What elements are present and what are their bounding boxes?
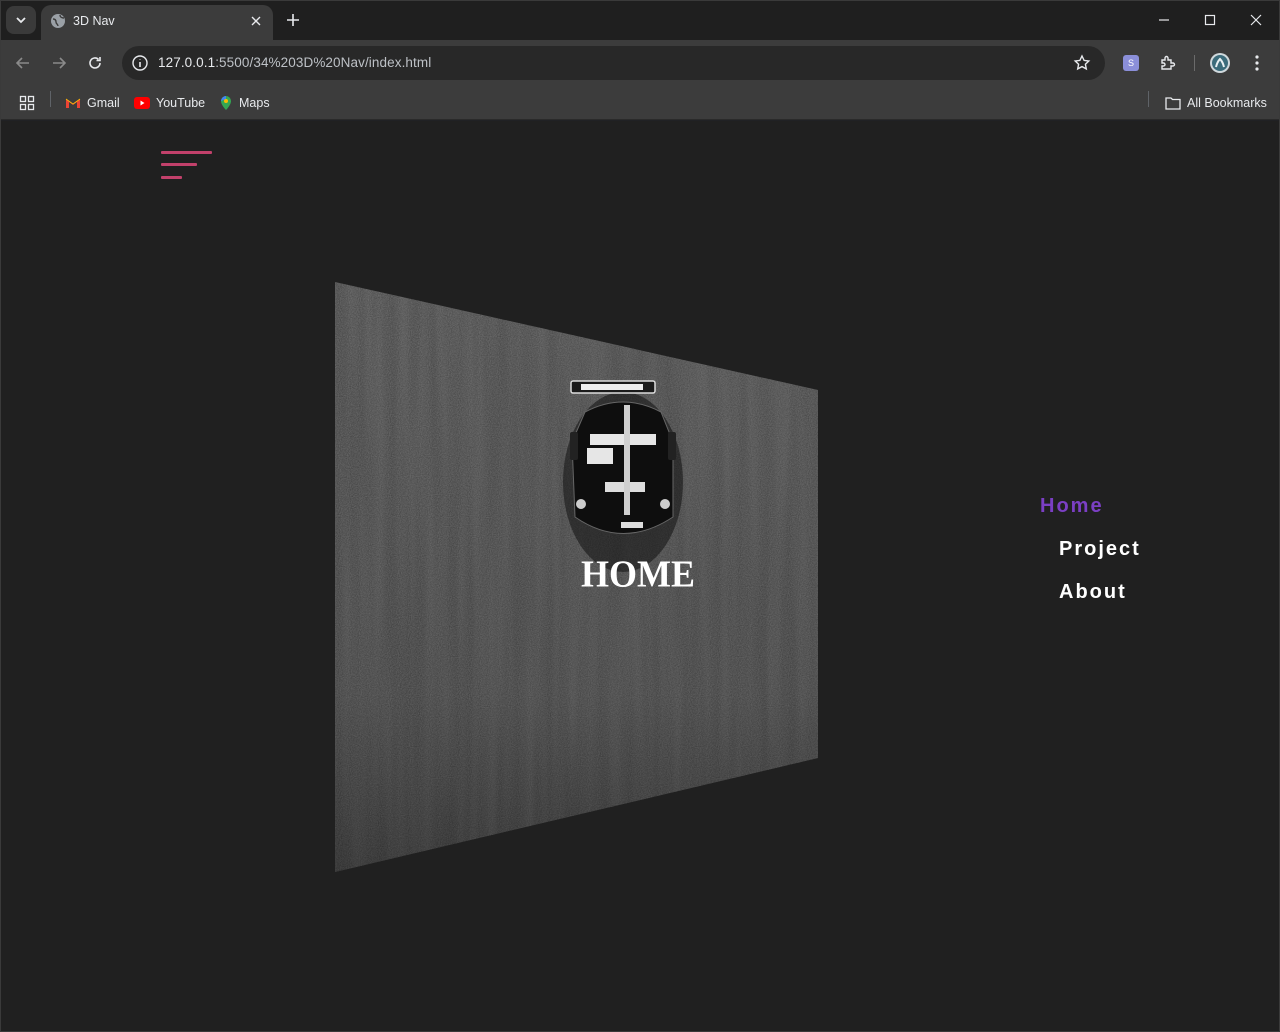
maps-icon	[221, 96, 231, 110]
hamburger-line	[161, 176, 182, 179]
folder-icon	[1165, 97, 1181, 110]
bookmark-youtube[interactable]: YouTube	[134, 93, 205, 113]
browser-toolbar: 127.0.0.1:5500/34%203D%20Nav/index.html …	[0, 40, 1280, 86]
close-icon	[251, 16, 261, 26]
tab-title: 3D Nav	[73, 14, 115, 28]
url-path: :5500/34%203D%20Nav/index.html	[215, 55, 432, 70]
tab-search-button[interactable]	[6, 6, 36, 34]
bookmark-maps[interactable]: Maps	[219, 93, 270, 113]
tab-strip: 3D Nav	[0, 0, 1280, 40]
address-bar[interactable]: 127.0.0.1:5500/34%203D%20Nav/index.html	[122, 46, 1105, 80]
maximize-button[interactable]	[1187, 0, 1233, 40]
bookmark-star-icon[interactable]	[1073, 54, 1091, 72]
hamburger-menu-button[interactable]	[161, 136, 213, 179]
back-button[interactable]	[9, 49, 37, 77]
reload-button[interactable]	[81, 49, 109, 77]
bookmarks-bar: Gmail YouTube Maps All Bookmarks	[0, 86, 1280, 120]
bookmark-label: YouTube	[156, 96, 206, 110]
minimize-button[interactable]	[1141, 0, 1187, 40]
close-window-button[interactable]	[1233, 0, 1279, 40]
nav-home-link[interactable]: Home	[1040, 495, 1104, 518]
active-tab[interactable]: 3D Nav	[41, 5, 273, 40]
site-info-icon[interactable]	[131, 54, 149, 72]
bookmarks-divider	[1148, 91, 1149, 107]
extension-s-icon: S	[1123, 55, 1139, 71]
bookmark-label: Maps	[239, 96, 270, 110]
bookmark-gmail[interactable]: Gmail	[65, 93, 120, 113]
tab-close-button[interactable]	[247, 12, 265, 30]
avatar-icon	[1210, 53, 1230, 73]
globe-icon	[51, 14, 65, 28]
card-image	[335, 282, 818, 872]
bookmark-label: Gmail	[87, 96, 120, 110]
card-title: HOME	[581, 553, 695, 595]
reload-icon	[89, 57, 101, 69]
hamburger-line	[161, 151, 212, 154]
forward-button[interactable]	[45, 49, 73, 77]
extensions-button[interactable]	[1156, 51, 1180, 75]
page-viewport: HOME Home Project About	[1, 121, 1279, 1031]
maximize-icon	[1204, 14, 1216, 26]
home-card	[335, 282, 818, 872]
apps-grid-icon	[19, 95, 35, 111]
close-icon	[1250, 14, 1262, 26]
chevron-down-icon	[16, 17, 26, 24]
url-text[interactable]: 127.0.0.1:5500/34%203D%20Nav/index.html	[158, 55, 431, 70]
profile-avatar[interactable]	[1208, 51, 1232, 75]
puzzle-icon	[1161, 55, 1176, 70]
new-tab-button[interactable]	[281, 8, 305, 32]
hamburger-line	[161, 163, 197, 166]
arrow-left-icon	[15, 57, 29, 69]
arrow-right-icon	[53, 57, 67, 69]
url-host: 127.0.0.1	[158, 55, 216, 70]
minimize-icon	[1159, 19, 1169, 21]
extension-s-button[interactable]: S	[1119, 51, 1143, 75]
kebab-menu-icon	[1255, 55, 1259, 71]
all-bookmarks-button[interactable]: All Bookmarks	[1165, 93, 1267, 113]
browser-menu-button[interactable]	[1245, 51, 1269, 75]
nav-project-link[interactable]: Project	[1059, 538, 1141, 561]
plus-icon	[287, 14, 299, 26]
apps-button[interactable]	[19, 93, 35, 113]
nav-about-link[interactable]: About	[1059, 581, 1127, 604]
all-bookmarks-label: All Bookmarks	[1187, 96, 1267, 110]
bookmarks-divider	[50, 91, 51, 107]
youtube-icon	[134, 97, 150, 109]
toolbar-divider	[1194, 55, 1195, 71]
gmail-icon	[65, 98, 81, 108]
